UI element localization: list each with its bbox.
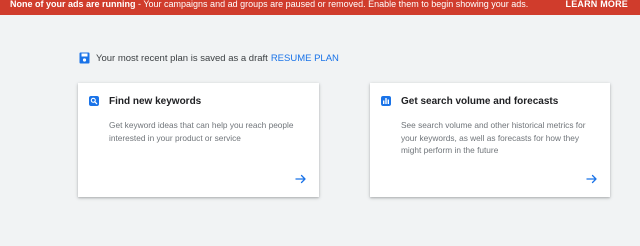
card-description: Get keyword ideas that can help you reac… [109,120,294,143]
card-title: Find new keywords [109,96,202,107]
alert-banner: None of your ads are running - Your camp… [0,0,640,15]
find-keywords-card[interactable]: Find new keywords Get keyword ideas that… [78,83,319,197]
search-volume-card[interactable]: Get search volume and forecasts See sear… [370,83,610,197]
draft-notice: Your most recent plan is saved as a draf… [79,51,339,65]
draft-text: Your most recent plan is saved as a draf… [96,52,268,64]
card-title: Get search volume and forecasts [401,96,559,107]
banner-message: None of your ads are running - Your camp… [10,0,528,9]
search-icon [89,96,99,106]
learn-more-button[interactable]: LEARN MORE [566,0,629,9]
save-icon [79,52,90,64]
card-description: See search volume and other historical m… [401,120,586,155]
banner-detail-text: - Your campaigns and ad groups are pause… [135,0,529,9]
arrow-right-icon[interactable] [586,173,598,185]
banner-strong-text: None of your ads are running [10,0,136,9]
resume-plan-link[interactable]: RESUME PLAN [271,53,339,64]
bar-chart-icon [381,96,391,106]
arrow-right-icon[interactable] [295,173,307,185]
